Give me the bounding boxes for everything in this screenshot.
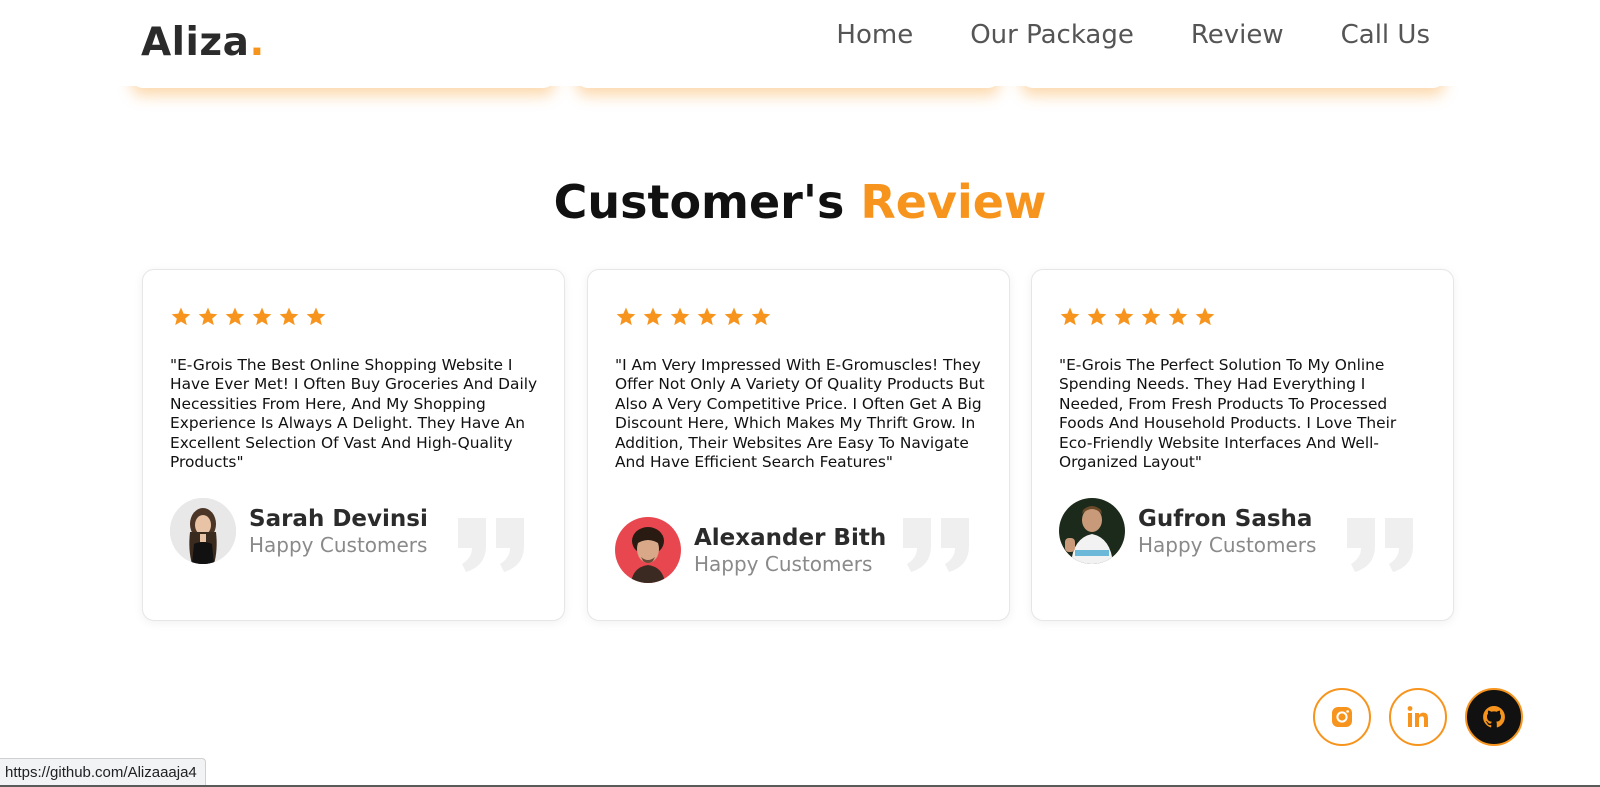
review-card: "I Am Very Impressed With E-Gromuscles! … — [587, 269, 1010, 621]
status-url-bar: https://github.com/Alizaaaja4 — [0, 758, 206, 787]
instagram-button[interactable] — [1313, 688, 1371, 746]
avatar — [1059, 498, 1125, 564]
site-header: Aliza. Home Our Package Review Call Us — [0, 0, 1600, 86]
star-icon — [1140, 306, 1162, 328]
linkedin-icon — [1405, 704, 1431, 730]
avatar — [615, 517, 681, 583]
reviewer-role: Happy Customers — [1138, 532, 1317, 557]
star-icon — [1167, 306, 1189, 328]
rating-stars — [615, 306, 772, 328]
star-icon — [696, 306, 718, 328]
rating-stars — [1059, 306, 1216, 328]
page: Aliza. Home Our Package Review Call Us C… — [0, 0, 1600, 787]
star-icon — [197, 306, 219, 328]
review-text: "I Am Very Impressed With E-Gromuscles! … — [615, 356, 985, 472]
linkedin-button[interactable] — [1389, 688, 1447, 746]
star-icon — [750, 306, 772, 328]
nav-review[interactable]: Review — [1191, 20, 1284, 50]
nav-call-us[interactable]: Call Us — [1341, 20, 1430, 50]
rating-stars — [170, 306, 327, 328]
avatar — [170, 498, 236, 564]
section-title-main: Customer's — [553, 175, 861, 229]
reviewer: Alexander Bith Happy Customers — [615, 517, 886, 583]
review-card: "E-Grois The Best Online Shopping Websit… — [142, 269, 565, 621]
instagram-icon — [1329, 704, 1355, 730]
reviewer: Gufron Sasha Happy Customers — [1059, 498, 1316, 564]
review-card: "E-Grois The Perfect Solution To My Onli… — [1031, 269, 1454, 621]
quote-icon — [1345, 518, 1417, 572]
star-icon — [251, 306, 273, 328]
star-icon — [1059, 306, 1081, 328]
reviewer-name: Sarah Devinsi — [249, 505, 428, 532]
nav-home[interactable]: Home — [836, 20, 913, 50]
review-text: "E-Grois The Perfect Solution To My Onli… — [1059, 356, 1397, 472]
star-icon — [615, 306, 637, 328]
reviewer-role: Happy Customers — [249, 532, 428, 557]
star-icon — [224, 306, 246, 328]
star-icon — [669, 306, 691, 328]
logo[interactable]: Aliza. — [141, 20, 265, 65]
reviewer-name: Alexander Bith — [694, 524, 887, 551]
reviewer-name: Gufron Sasha — [1138, 505, 1313, 532]
nav-our-package[interactable]: Our Package — [970, 20, 1134, 50]
star-icon — [642, 306, 664, 328]
star-icon — [305, 306, 327, 328]
github-button[interactable] — [1465, 688, 1523, 746]
star-icon — [723, 306, 745, 328]
section-title: Customer's Review — [0, 175, 1600, 229]
logo-text: Aliza — [141, 20, 250, 65]
star-icon — [278, 306, 300, 328]
star-icon — [1194, 306, 1216, 328]
main-nav: Home Our Package Review Call Us — [836, 20, 1430, 50]
star-icon — [1113, 306, 1135, 328]
logo-dot: . — [249, 20, 265, 65]
reviewer: Sarah Devinsi Happy Customers — [170, 498, 428, 564]
star-icon — [170, 306, 192, 328]
quote-icon — [456, 518, 528, 572]
star-icon — [1086, 306, 1108, 328]
github-icon — [1481, 704, 1507, 730]
section-title-accent: Review — [860, 175, 1047, 229]
quote-icon — [901, 518, 973, 572]
reviewer-role: Happy Customers — [694, 551, 873, 576]
review-text: "E-Grois The Best Online Shopping Websit… — [170, 356, 538, 472]
